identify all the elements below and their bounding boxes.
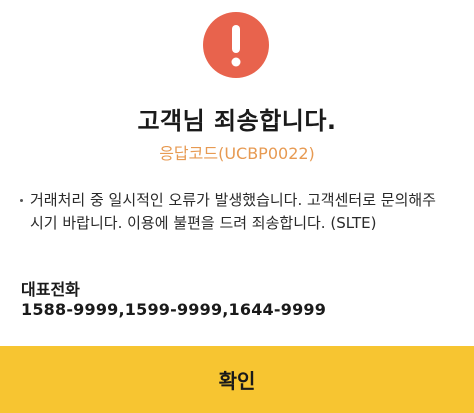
error-dialog: 고객님 죄송합니다. 응답코드(UCBP0022) 거래처리 중 일시적인 오류… — [0, 0, 474, 413]
bullet-icon — [20, 199, 23, 202]
representative-phone-numbers: 1588-9999,1599-9999,1644-9999 — [21, 300, 327, 319]
error-message: 거래처리 중 일시적인 오류가 발생했습니다. 고객센터로 문의해주시기 바랍니… — [30, 191, 436, 232]
representative-phone-label: 대표전화 — [21, 280, 80, 299]
alert-exclamation-icon — [203, 12, 269, 78]
response-code: 응답코드(UCBP0022) — [159, 144, 315, 163]
dialog-title: 고객님 죄송합니다. — [137, 107, 337, 135]
confirm-button[interactable]: 확인 — [0, 346, 474, 413]
confirm-button-label: 확인 — [218, 369, 256, 393]
exclamation-mark-icon — [231, 25, 241, 67]
